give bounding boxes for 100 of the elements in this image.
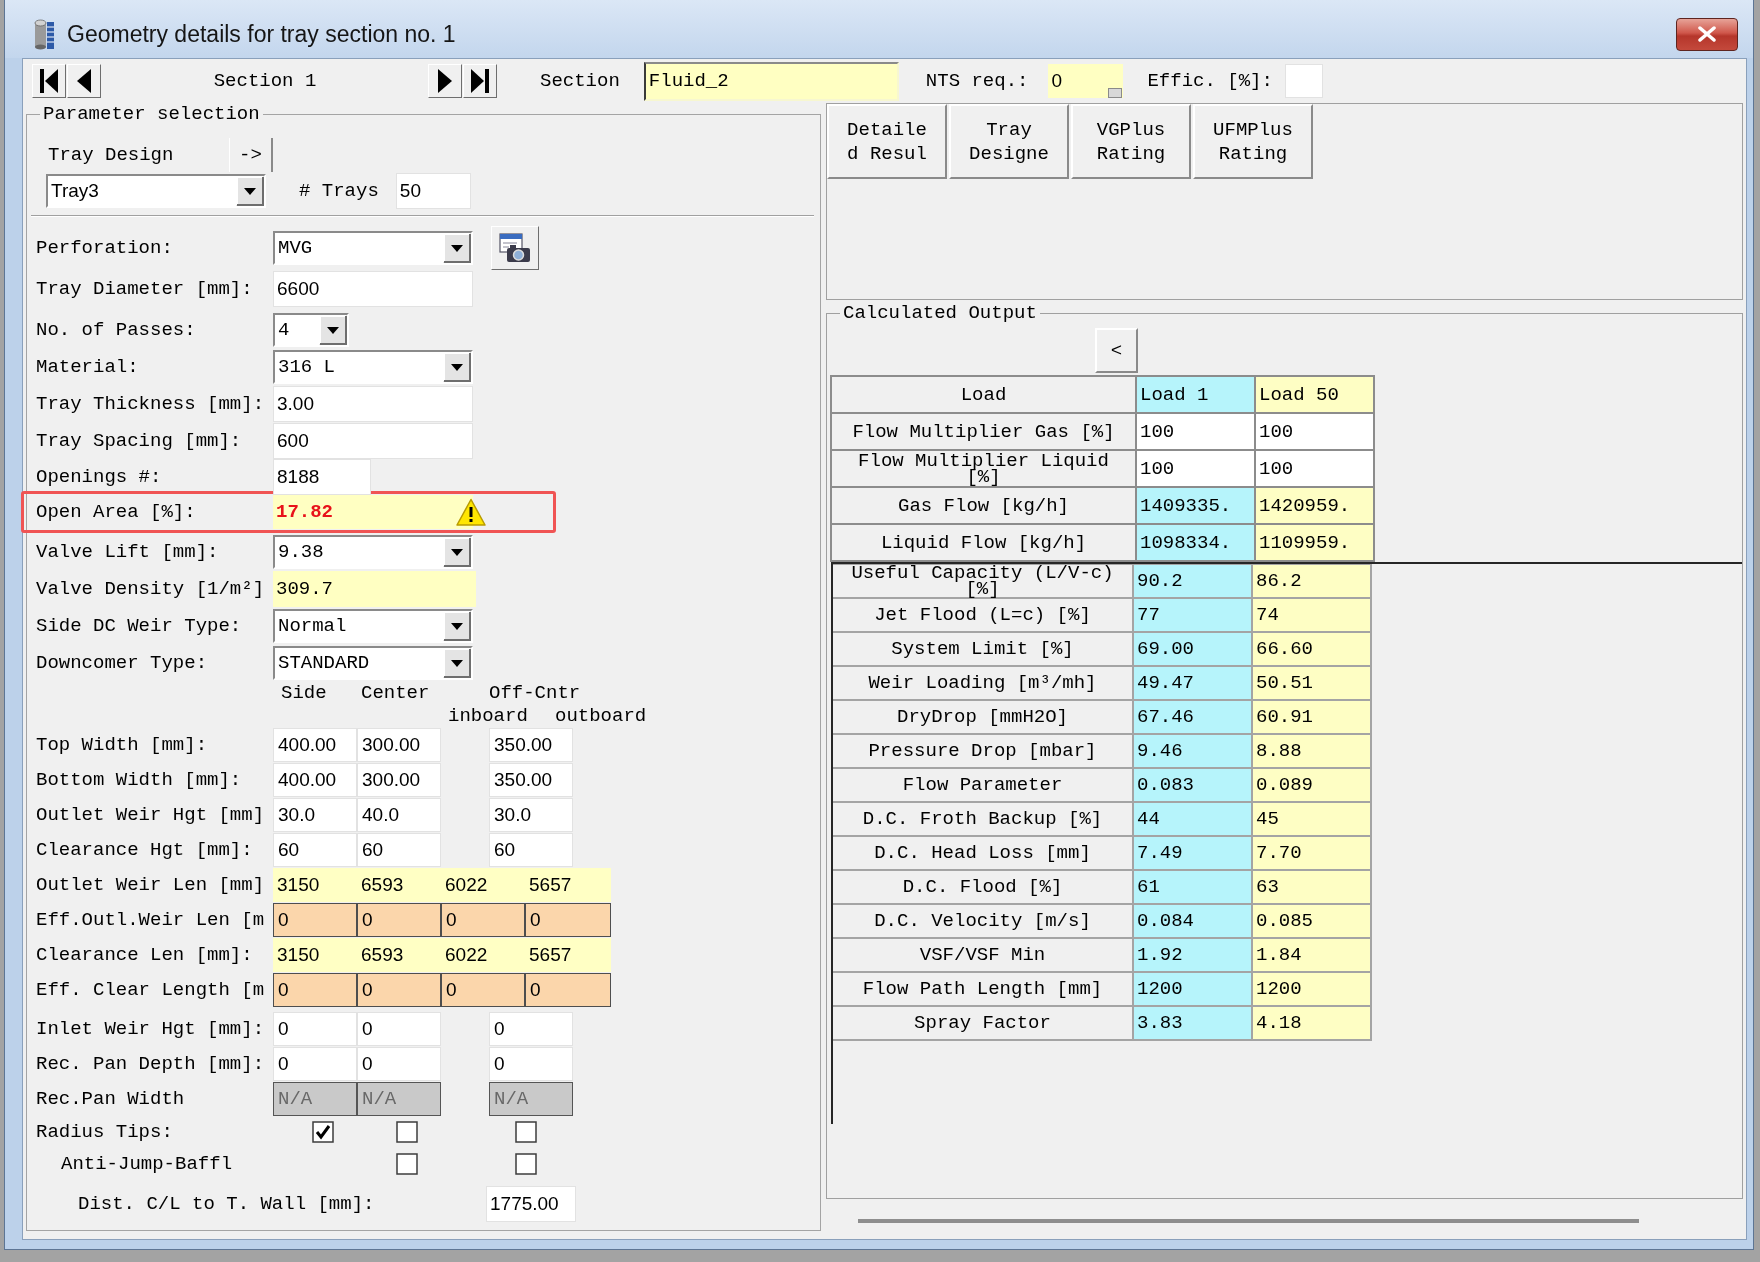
text-field[interactable]: 0 bbox=[273, 1046, 357, 1081]
result-field: 3150 bbox=[273, 937, 357, 972]
text-field[interactable]: 300.00 bbox=[357, 727, 441, 762]
view-button[interactable]: UFMPlus Rating bbox=[1193, 104, 1313, 179]
text-field[interactable]: 300.00 bbox=[357, 762, 441, 797]
column-header: Off-Cntr bbox=[489, 681, 581, 704]
caret-icon bbox=[443, 233, 471, 263]
dropdown[interactable]: 4 bbox=[273, 312, 349, 347]
table-cell: 63 bbox=[1253, 871, 1370, 903]
last-button[interactable] bbox=[463, 64, 497, 98]
checkbox[interactable] bbox=[396, 1121, 418, 1143]
row-header: Flow Multiplier Gas [%] bbox=[832, 414, 1135, 449]
table-cell: 49.47 bbox=[1134, 667, 1251, 699]
table-cell: 1200 bbox=[1134, 973, 1251, 1005]
triangle-left-icon bbox=[77, 69, 91, 93]
field-label: Clearance Len [mm]: bbox=[36, 943, 253, 966]
text-field[interactable]: 40.0 bbox=[357, 797, 441, 832]
triangle-right-icon bbox=[438, 69, 452, 93]
text-field[interactable]: 60 bbox=[357, 832, 441, 867]
text-field[interactable]: 100 bbox=[1256, 451, 1373, 486]
text-field[interactable]: 350.00 bbox=[489, 762, 573, 797]
field-label: No. of Passes: bbox=[36, 318, 196, 341]
dropdown[interactable]: Tray3 bbox=[46, 174, 266, 208]
text-field[interactable]: 600 bbox=[273, 422, 473, 459]
table-cell: 0.085 bbox=[1253, 905, 1370, 937]
text-field[interactable]: 0 bbox=[273, 1011, 357, 1046]
field-label: Tray Spacing [mm]: bbox=[36, 429, 242, 452]
text-field[interactable]: 0 bbox=[357, 1011, 441, 1046]
column-header: Load 1 bbox=[1137, 377, 1254, 412]
dropdown[interactable]: Normal bbox=[273, 608, 473, 643]
result-field: 3150 bbox=[273, 867, 357, 902]
cylinder-icon bbox=[33, 18, 55, 50]
previous-button[interactable] bbox=[67, 64, 101, 98]
previous-button[interactable]: < bbox=[1095, 328, 1138, 373]
text-field[interactable]: 1775.00 bbox=[486, 1186, 576, 1222]
dropdown[interactable]: MVG bbox=[273, 231, 473, 265]
dropdown[interactable]: 316 L bbox=[273, 349, 473, 384]
column-header: Center bbox=[361, 681, 430, 704]
row-header: Liquid Flow [kg/h] bbox=[832, 525, 1135, 560]
table-cell: 50.51 bbox=[1253, 667, 1370, 699]
warning-icon bbox=[456, 498, 486, 526]
checkbox[interactable] bbox=[396, 1153, 418, 1175]
row-header: D.C. Flood [%] bbox=[833, 871, 1132, 903]
text-field[interactable]: 8188 bbox=[273, 459, 371, 495]
row-header: Pressure Drop [mbar] bbox=[833, 735, 1132, 767]
text-field[interactable]: 400.00 bbox=[273, 727, 357, 762]
table-cell: 90.2 bbox=[1134, 565, 1251, 597]
text-field[interactable]: 30.0 bbox=[489, 797, 573, 832]
text-field[interactable]: 6600 bbox=[273, 270, 473, 307]
text-field[interactable]: 100 bbox=[1137, 414, 1254, 449]
text-field[interactable]: 0 bbox=[489, 1046, 573, 1081]
text-field[interactable]: 350.00 bbox=[489, 727, 573, 762]
field-label: Side DC Weir Type: bbox=[36, 614, 242, 637]
text-field[interactable]: 100 bbox=[1137, 451, 1254, 486]
close-button[interactable] bbox=[1676, 17, 1738, 51]
row-header: D.C. Velocity [m/s] bbox=[833, 905, 1132, 937]
dropdown[interactable]: 9.38 bbox=[273, 534, 473, 569]
text-field[interactable]: Fluid_2 bbox=[643, 61, 899, 101]
scrollbar[interactable] bbox=[858, 1219, 1639, 1223]
table-cell: 7.70 bbox=[1253, 837, 1370, 869]
caret-icon bbox=[443, 351, 471, 382]
view-button[interactable]: Tray Designe bbox=[949, 104, 1069, 179]
column-header: outboard bbox=[555, 704, 647, 727]
view-button[interactable]: VGPlus Rating bbox=[1071, 104, 1191, 179]
row-header: Jet Flood (L=c) [%] bbox=[833, 599, 1132, 631]
first-button[interactable] bbox=[32, 64, 66, 98]
row-header: System Limit [%] bbox=[833, 633, 1132, 665]
result-field: 0 bbox=[525, 902, 611, 937]
camera-icon bbox=[499, 233, 531, 263]
row-header: Spray Factor bbox=[833, 1007, 1132, 1039]
table-cell: 1.84 bbox=[1253, 939, 1370, 971]
text-field[interactable]: 100 bbox=[1256, 414, 1373, 449]
checkbox[interactable] bbox=[515, 1121, 537, 1143]
text-field[interactable]: 0 bbox=[357, 1046, 441, 1081]
text-field[interactable]: 60 bbox=[489, 832, 573, 867]
disabled-field: N/A bbox=[357, 1081, 441, 1116]
view-button[interactable]: Detailed Resul bbox=[827, 104, 947, 179]
next-button[interactable] bbox=[428, 64, 462, 98]
text-field[interactable]: 30.0 bbox=[273, 797, 357, 832]
field-label: Tray Design bbox=[48, 144, 174, 166]
caret-icon bbox=[443, 536, 471, 567]
caret-icon bbox=[236, 176, 264, 206]
text-field[interactable]: 60 bbox=[273, 832, 357, 867]
arrow-button[interactable]: -> bbox=[229, 138, 273, 172]
camera-button[interactable] bbox=[491, 226, 539, 270]
small-square-icon[interactable] bbox=[1108, 88, 1123, 98]
checkbox[interactable] bbox=[312, 1121, 334, 1143]
text-field[interactable] bbox=[1284, 64, 1323, 98]
dropdown[interactable]: STANDARD bbox=[273, 645, 473, 680]
table-cell: 1.92 bbox=[1134, 939, 1251, 971]
row-header: Flow Parameter bbox=[833, 769, 1132, 801]
text-field[interactable]: 400.00 bbox=[273, 762, 357, 797]
checkbox[interactable] bbox=[515, 1153, 537, 1175]
column-header: Side bbox=[281, 681, 327, 704]
text-field[interactable]: 3.00 bbox=[273, 385, 473, 422]
text-field[interactable]: 0 bbox=[489, 1011, 573, 1046]
text-field[interactable]: 50 bbox=[395, 173, 471, 209]
spin-field[interactable]: 0 bbox=[1048, 64, 1124, 98]
table-cell: 74 bbox=[1253, 599, 1370, 631]
field-label: Openings #: bbox=[36, 466, 162, 488]
